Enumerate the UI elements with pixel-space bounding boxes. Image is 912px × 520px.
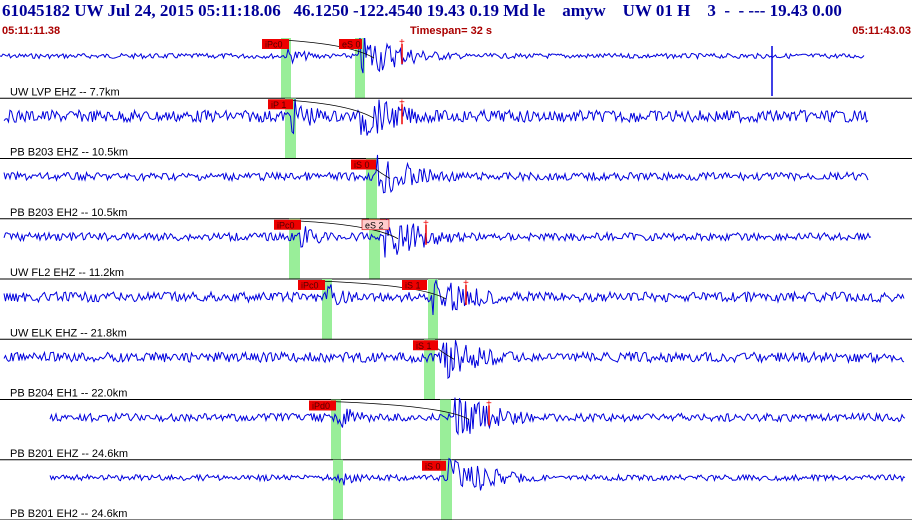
amplitude-plus: + bbox=[463, 278, 469, 289]
arrival-band bbox=[333, 459, 343, 520]
channel-row[interactable]: + iP 1 PB B203 EHZ -- 10.5km bbox=[0, 97, 912, 159]
phase-pick-label[interactable]: iPd0 bbox=[312, 401, 330, 411]
amplitude-plus: + bbox=[486, 399, 492, 410]
channel-row[interactable]: + iPc0 eS 0 UW LVP EHZ -- 7.7km bbox=[0, 38, 912, 99]
waveform-trace[interactable] bbox=[49, 457, 906, 491]
phase-pick-label[interactable]: iPc0 bbox=[277, 220, 295, 230]
travel-time-curve bbox=[287, 99, 375, 119]
channel-label: UW LVP EHZ -- 7.7km bbox=[10, 86, 120, 98]
channel-row[interactable]: iS 1 PB B204 EH1 -- 22.0km bbox=[0, 339, 912, 400]
channel-label: PB B201 EH2 -- 24.6km bbox=[10, 508, 127, 520]
channel-label: PB B203 EH2 -- 10.5km bbox=[10, 207, 127, 219]
phase-pick-label[interactable]: iPc0 bbox=[301, 281, 319, 291]
phase-pick-label[interactable]: iS 1 bbox=[405, 281, 421, 291]
amplitude-plus: + bbox=[423, 218, 429, 229]
arrival-band bbox=[440, 399, 451, 460]
phase-pick-label[interactable]: eS 0 bbox=[342, 40, 361, 50]
channel-label: UW ELK EHZ -- 21.8km bbox=[10, 327, 127, 339]
channel-label: PB B203 EHZ -- 10.5km bbox=[10, 147, 128, 159]
timespan-label: Timespan= 32 s bbox=[410, 25, 493, 37]
waveform-trace[interactable] bbox=[3, 278, 905, 316]
channel-label: PB B204 EH1 -- 22.0km bbox=[10, 388, 127, 400]
channel-row[interactable]: + iPc0 iS 1 UW ELK EHZ -- 21.8km bbox=[0, 278, 912, 340]
waveform-trace[interactable] bbox=[3, 154, 869, 194]
channel-row[interactable]: iS 0 PB B203 EH2 -- 10.5km bbox=[0, 154, 912, 220]
waveform-trace[interactable] bbox=[49, 397, 906, 436]
waveform-panel[interactable]: + iPc0 eS 0 UW LVP EHZ -- 7.7km + iP 1 PB B203… bbox=[0, 38, 912, 520]
event-header: 61045182 UW Jul 24, 2015 05:11:18.06 46.… bbox=[0, 0, 912, 38]
amplitude-plus: + bbox=[399, 97, 405, 108]
channel-row[interactable]: iS 0 PB B201 EH2 -- 24.6km bbox=[0, 457, 912, 520]
waveform-trace[interactable] bbox=[0, 38, 865, 74]
event-title: 61045182 UW Jul 24, 2015 05:11:18.06 46.… bbox=[2, 1, 842, 20]
phase-pick-label[interactable]: iP 1 bbox=[271, 100, 286, 110]
end-time: 05:11:43.03 bbox=[852, 25, 911, 37]
channel-label: UW FL2 EHZ -- 11.2km bbox=[10, 267, 124, 279]
phase-pick-label[interactable]: iS 1 bbox=[416, 341, 432, 351]
start-time: 05:11:11.38 bbox=[2, 25, 61, 37]
channel-row[interactable]: + iPc0 eS 2 UW FL2 EHZ -- 11.2km bbox=[0, 218, 912, 280]
phase-pick-label[interactable]: eS 2 bbox=[365, 220, 384, 230]
waveform-trace[interactable] bbox=[3, 218, 872, 258]
channel-row[interactable]: + iPd0 PB B201 EHZ -- 24.6km bbox=[0, 397, 912, 461]
phase-pick-label[interactable]: iS 0 bbox=[354, 160, 370, 170]
amplitude-plus: + bbox=[399, 38, 405, 48]
phase-pick-label[interactable]: iS 0 bbox=[425, 461, 441, 471]
channel-label: PB B201 EHZ -- 24.6km bbox=[10, 448, 128, 460]
phase-pick-label[interactable]: iPc0 bbox=[265, 40, 283, 50]
waveform-trace[interactable] bbox=[3, 99, 869, 136]
